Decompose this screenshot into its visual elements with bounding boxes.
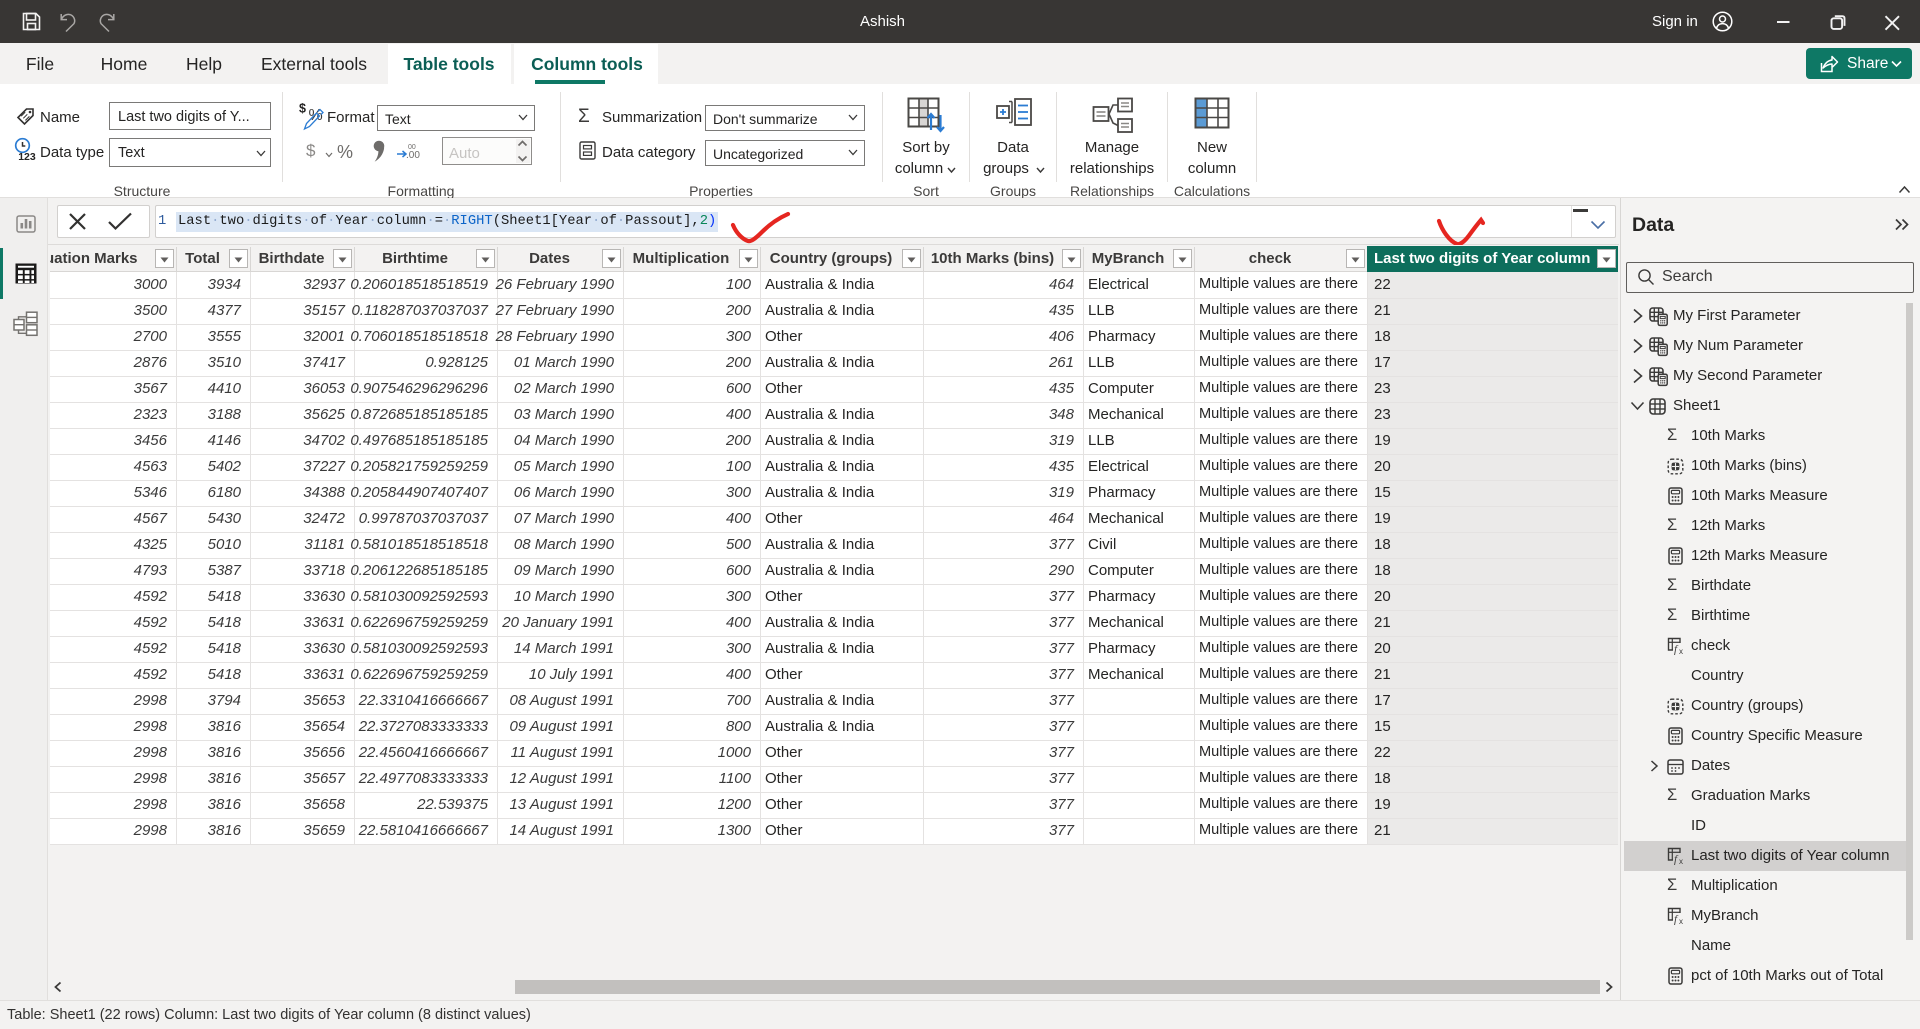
- svg-text:x: x: [1679, 857, 1683, 866]
- svg-text:x: x: [1679, 647, 1683, 656]
- svg-text:.00: .00: [406, 150, 420, 161]
- svg-text:123: 123: [18, 151, 36, 163]
- svg-text:$: $: [299, 102, 306, 116]
- svg-text:00: 00: [408, 144, 416, 151]
- svg-text:x: x: [1679, 917, 1683, 926]
